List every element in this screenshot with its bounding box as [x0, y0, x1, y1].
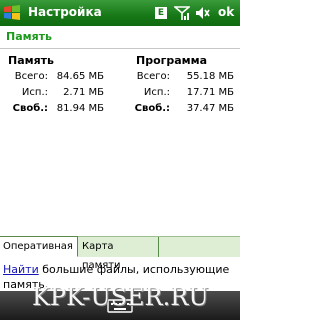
- memory-total-row: Всего: 84.65 МБ: [0, 71, 116, 87]
- page-heading: Память: [0, 26, 240, 49]
- window-title: Настройка: [28, 5, 102, 19]
- program-free-label: Своб.:: [134, 103, 170, 114]
- title-bar: Настройка E ok: [0, 0, 240, 26]
- volume-mute-icon[interactable]: [194, 5, 210, 21]
- memory-free-row: Своб.: 81.94 МБ: [0, 103, 116, 119]
- memory-total-value: 84.65 МБ: [56, 71, 104, 82]
- program-used-label: Исп.:: [143, 87, 170, 98]
- program-header: Программа: [136, 54, 208, 67]
- memory-total-label: Всего:: [14, 71, 48, 82]
- tab-ram[interactable]: Оперативная: [0, 236, 78, 257]
- signal-icon[interactable]: [174, 5, 190, 21]
- memory-header: Память: [8, 54, 55, 67]
- memory-used-value: 2.71 МБ: [63, 87, 104, 98]
- find-link[interactable]: Найти: [3, 263, 39, 276]
- program-total-row: Всего: 55.18 МБ: [122, 71, 234, 87]
- page-title: Память: [6, 30, 53, 43]
- program-used-row: Исп.: 17.71 МБ: [122, 87, 234, 103]
- program-total-label: Всего:: [136, 71, 170, 82]
- memory-free-value: 81.94 МБ: [56, 103, 104, 114]
- memory-used-label: Исп.:: [21, 87, 48, 98]
- ok-button[interactable]: ok: [218, 5, 234, 19]
- windows-start-icon[interactable]: [2, 3, 22, 23]
- tab-strip: Оперативная Карта памяти: [0, 236, 240, 271]
- program-used-value: 17.71 МБ: [186, 87, 234, 98]
- memory-used-row: Исп.: 2.71 МБ: [0, 87, 116, 103]
- memory-free-label: Своб.:: [12, 103, 48, 114]
- watermark: KPK-USER.RU: [32, 283, 209, 311]
- program-free-row: Своб.: 37.47 МБ: [122, 103, 234, 119]
- tab-storage-card[interactable]: Карта памяти: [79, 237, 159, 271]
- edge-indicator-icon[interactable]: E: [155, 7, 167, 19]
- program-total-value: 55.18 МБ: [186, 71, 234, 82]
- program-free-value: 37.47 МБ: [186, 103, 234, 114]
